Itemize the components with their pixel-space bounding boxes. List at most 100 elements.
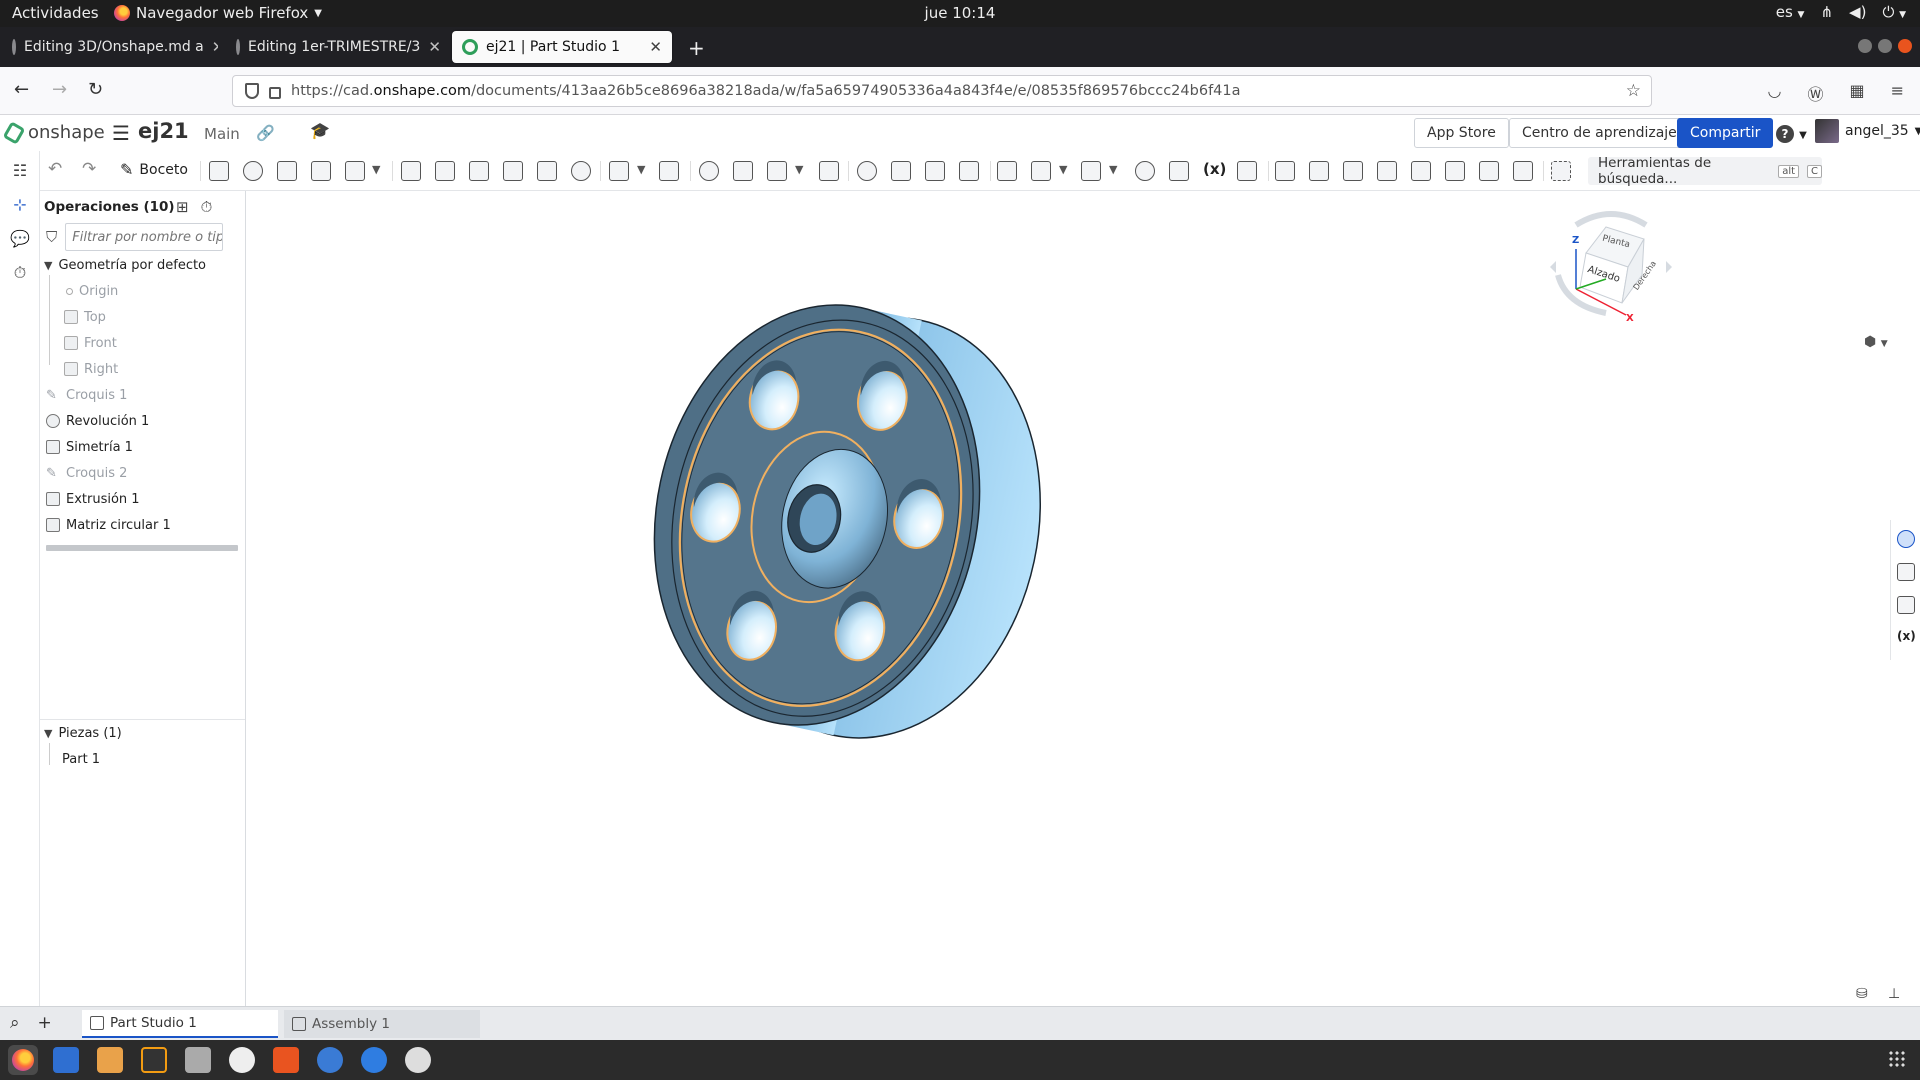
feature-origin[interactable]: Origin bbox=[66, 281, 118, 301]
browser-tab[interactable]: Editing 1er-TRIMESTRE/3 ✕ bbox=[226, 31, 442, 63]
search-tools-button[interactable]: Herramientas de búsqueda... alt C bbox=[1588, 155, 1822, 187]
language-indicator[interactable]: es ▼ bbox=[1776, 3, 1805, 21]
document-name[interactable]: ej21 bbox=[138, 119, 189, 143]
add-custom-feature-icon[interactable] bbox=[1551, 161, 1571, 181]
thicken-icon[interactable] bbox=[345, 161, 365, 181]
rollback-timer-icon[interactable]: ⏱ bbox=[201, 198, 213, 216]
search-tabs-icon[interactable]: ⌕ bbox=[10, 1013, 20, 1033]
browser-tab[interactable]: Editing 3D/Onshape.md a ✕ bbox=[2, 31, 218, 63]
maximize-button[interactable] bbox=[1878, 39, 1892, 53]
writer-icon[interactable] bbox=[53, 1047, 79, 1073]
chevron-down-icon[interactable]: ▼ bbox=[1109, 163, 1117, 176]
rhythmbox-icon[interactable] bbox=[229, 1047, 255, 1073]
section-icon[interactable] bbox=[1169, 161, 1189, 181]
feature-group-default-geometry[interactable]: ▼ Geometría por defecto bbox=[44, 255, 206, 275]
undo-icon[interactable]: ↶ bbox=[48, 159, 62, 179]
feature-sketch-1[interactable]: ✎ Croquis 1 bbox=[46, 385, 127, 405]
hamburger-menu-icon[interactable]: ☰ bbox=[112, 121, 130, 145]
feature-plane-front[interactable]: Front bbox=[64, 333, 117, 353]
feature-revolve-1[interactable]: Revolución 1 bbox=[46, 411, 149, 431]
hole-icon[interactable] bbox=[571, 161, 591, 181]
lock-icon[interactable] bbox=[269, 86, 281, 99]
extrude-icon[interactable] bbox=[209, 161, 229, 181]
relief-icon[interactable] bbox=[1479, 161, 1499, 181]
plane-icon[interactable] bbox=[997, 161, 1017, 181]
flange-icon[interactable] bbox=[1309, 161, 1329, 181]
close-tab-icon[interactable]: ✕ bbox=[428, 38, 441, 56]
tab-assembly-1[interactable]: Assembly 1 bbox=[284, 1010, 480, 1038]
minimize-button[interactable] bbox=[1858, 39, 1872, 53]
parts-group[interactable]: ▼ Piezas (1) bbox=[44, 723, 122, 743]
help-icon[interactable]: ? ▼ bbox=[1776, 123, 1807, 143]
app-menu-firefox[interactable]: Navegador web Firefox ▼ bbox=[114, 4, 322, 22]
extension-w-icon[interactable]: Ⓦ bbox=[1807, 81, 1823, 105]
show-applications-icon[interactable] bbox=[1888, 1050, 1906, 1068]
learning-cap-icon[interactable]: 🎓 bbox=[310, 121, 330, 140]
feature-mirror-1[interactable]: Simetría 1 bbox=[46, 437, 133, 457]
pocket-icon[interactable]: ◡ bbox=[1767, 81, 1781, 105]
variables-table-icon[interactable]: (x) bbox=[1897, 629, 1916, 647]
move-face-icon[interactable] bbox=[925, 161, 945, 181]
chamfer-icon[interactable] bbox=[435, 161, 455, 181]
feature-list-icon[interactable]: ☷ bbox=[10, 161, 30, 181]
render-mode-icon[interactable]: ⛁ bbox=[1856, 986, 1868, 1002]
close-window-button[interactable] bbox=[1898, 39, 1912, 53]
chevron-down-icon[interactable]: ▼ bbox=[44, 259, 52, 272]
bookmark-star-icon[interactable]: ☆ bbox=[1626, 81, 1641, 101]
tab-part-studio-1[interactable]: Part Studio 1 bbox=[82, 1010, 278, 1038]
network-icon[interactable]: ⋔ bbox=[1820, 3, 1833, 21]
view-cube[interactable]: Planta Alzado Derecha Z X bbox=[1546, 205, 1676, 325]
close-tab-icon[interactable]: ✕ bbox=[212, 38, 218, 56]
volume-icon[interactable]: ◀) bbox=[1849, 3, 1866, 21]
split-icon[interactable] bbox=[733, 161, 753, 181]
form-icon[interactable] bbox=[1411, 161, 1431, 181]
revolve-icon[interactable] bbox=[243, 161, 263, 181]
power-icon[interactable]: ⏻ ▼ bbox=[1882, 3, 1906, 21]
insert-icon[interactable]: ⊹ bbox=[10, 195, 30, 215]
chevron-down-icon[interactable]: ▼ bbox=[44, 727, 52, 740]
mirror-icon[interactable] bbox=[659, 161, 679, 181]
firefox-dock-item[interactable] bbox=[8, 1045, 38, 1075]
redo-icon[interactable]: ↷ bbox=[82, 159, 96, 179]
thunderbird-icon[interactable] bbox=[317, 1047, 343, 1073]
shell-icon[interactable] bbox=[537, 161, 557, 181]
feature-plane-right[interactable]: Right bbox=[64, 359, 118, 379]
mass-properties-icon[interactable] bbox=[1897, 596, 1915, 614]
inkscape-icon[interactable] bbox=[141, 1047, 167, 1073]
chevron-down-icon[interactable]: ▼ bbox=[637, 163, 645, 176]
variable-icon[interactable]: (x) bbox=[1203, 160, 1226, 180]
rib-icon[interactable] bbox=[503, 161, 523, 181]
linear-pattern-icon[interactable] bbox=[609, 161, 629, 181]
bend-icon[interactable] bbox=[1377, 161, 1397, 181]
hamburger-menu-icon[interactable]: ≡ bbox=[1891, 81, 1904, 105]
onshape-logo[interactable]: onshape bbox=[2, 120, 105, 145]
transform-icon[interactable] bbox=[767, 161, 787, 181]
part-item[interactable]: Part 1 bbox=[62, 749, 100, 769]
feature-circular-pattern-1[interactable]: Matriz circular 1 bbox=[46, 515, 171, 535]
chevron-down-icon[interactable]: ▼ bbox=[795, 163, 803, 176]
reload-icon[interactable]: ↻ bbox=[88, 79, 103, 100]
composite-part-icon[interactable] bbox=[1237, 161, 1257, 181]
link-icon[interactable]: 🔗 bbox=[256, 124, 275, 142]
chevron-down-icon[interactable]: ▼ bbox=[372, 163, 380, 176]
appearance-icon[interactable] bbox=[1897, 530, 1915, 548]
files-icon[interactable] bbox=[97, 1047, 123, 1073]
boolean-icon[interactable] bbox=[699, 161, 719, 181]
app-store-button[interactable]: App Store bbox=[1414, 118, 1509, 148]
tab-icon[interactable] bbox=[1343, 161, 1363, 181]
add-folder-icon[interactable]: ⊞ bbox=[176, 198, 189, 216]
user-menu[interactable]: angel_35 ▼ bbox=[1815, 119, 1920, 143]
back-arrow-icon[interactable]: ← bbox=[14, 79, 29, 100]
tracking-shield-icon[interactable] bbox=[245, 83, 259, 99]
activities-button[interactable]: Actividades bbox=[12, 4, 99, 22]
helix-icon[interactable] bbox=[1081, 161, 1101, 181]
loft-icon[interactable] bbox=[311, 161, 331, 181]
url-bar[interactable]: https://cad.onshape.com/documents/413aa2… bbox=[232, 75, 1652, 107]
sheet-metal-icon[interactable] bbox=[1275, 161, 1295, 181]
feature-sketch-2[interactable]: ✎ Croquis 2 bbox=[46, 463, 127, 483]
finish-sheet-metal-icon[interactable] bbox=[1513, 161, 1533, 181]
containers-icon[interactable]: ▦ bbox=[1849, 81, 1864, 105]
view-mode-cube-icon[interactable]: ⬢ ▼ bbox=[1864, 334, 1888, 350]
browser-tab-active[interactable]: ej21 | Part Studio 1 ✕ bbox=[452, 31, 672, 63]
draft-icon[interactable] bbox=[469, 161, 489, 181]
